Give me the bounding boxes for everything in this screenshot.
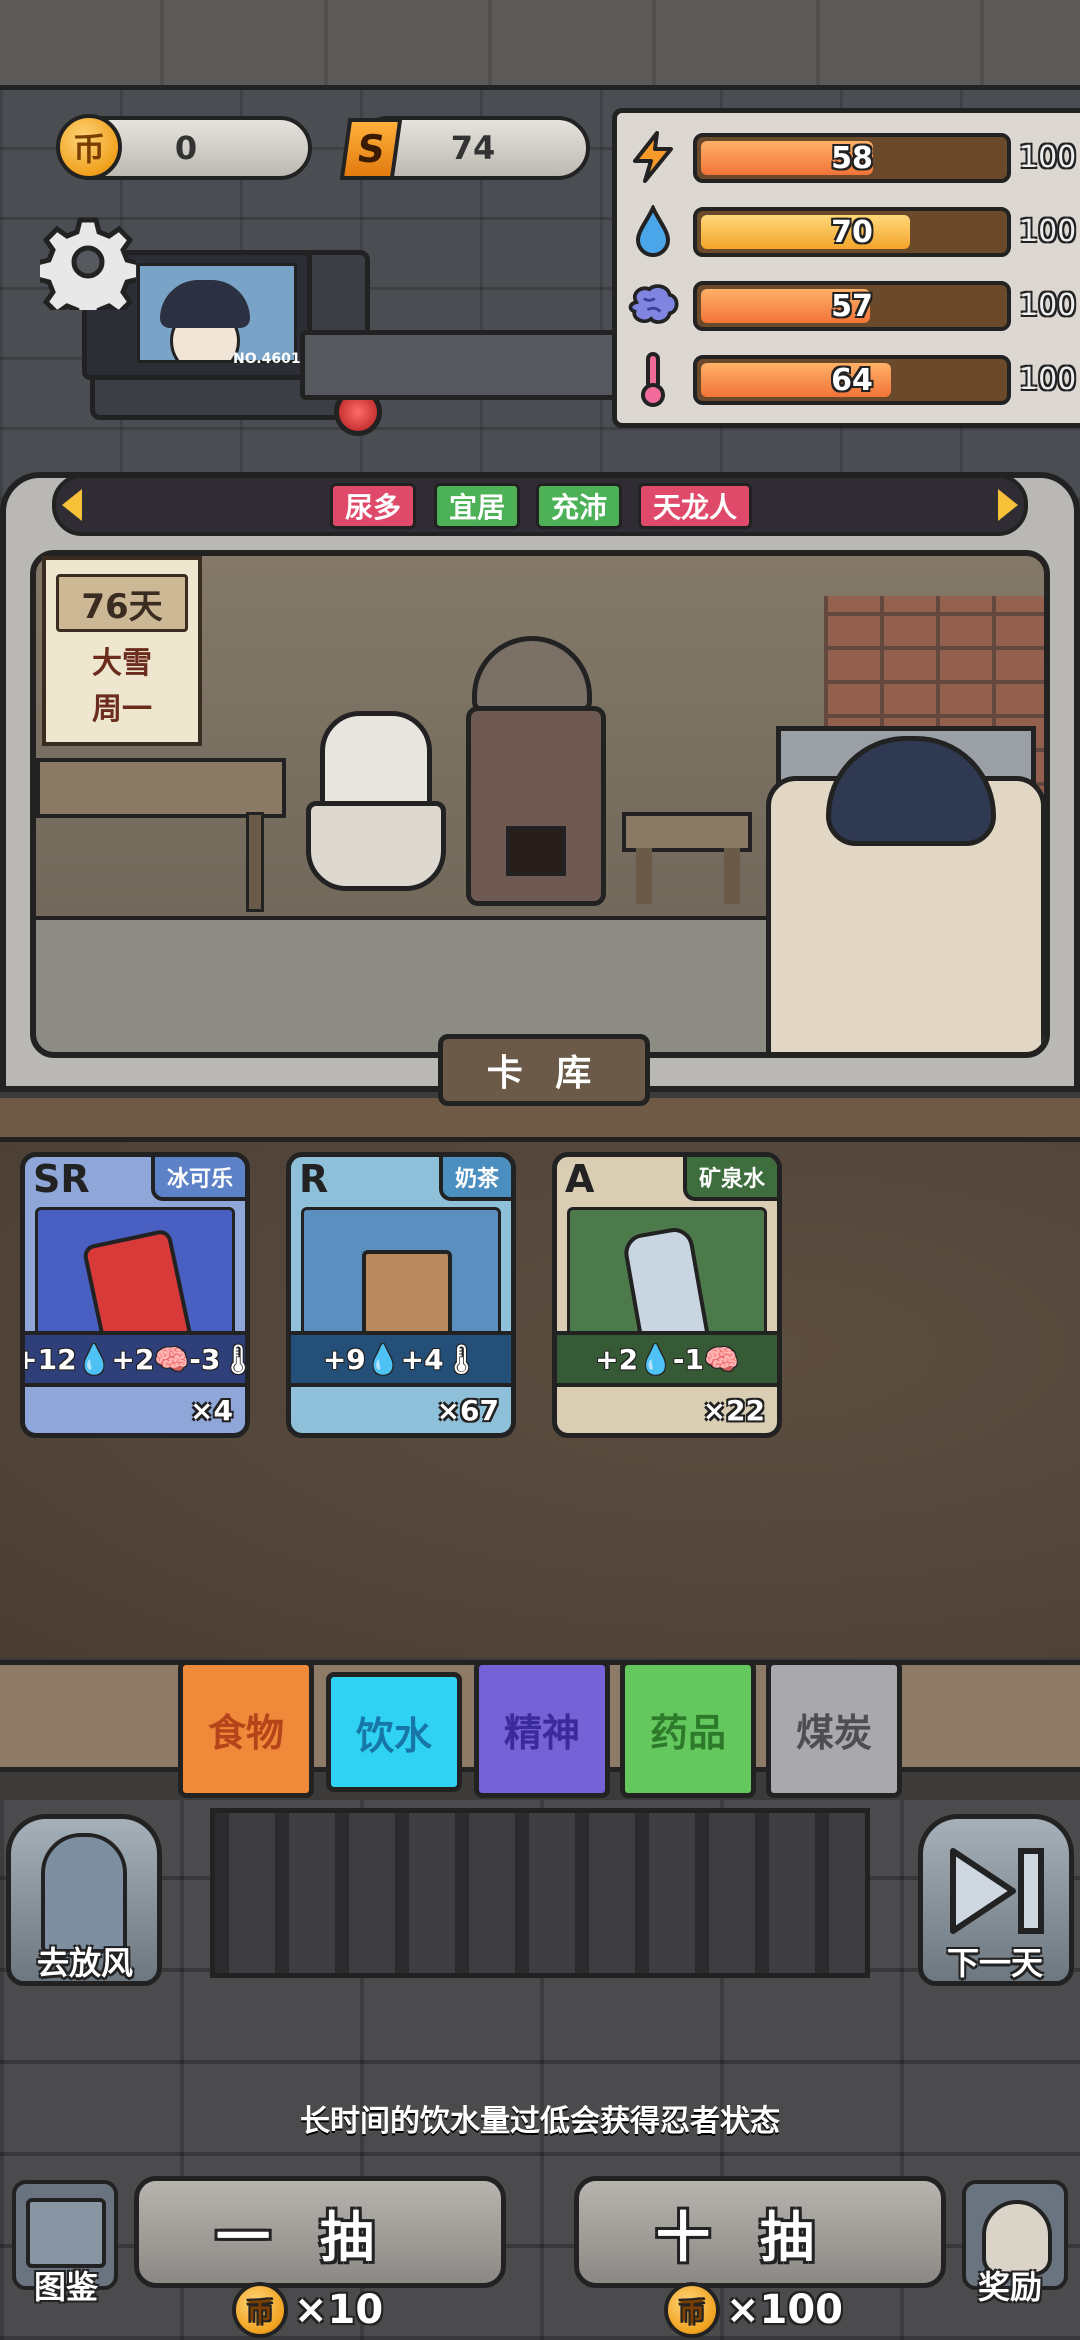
card-rank: SR bbox=[33, 1157, 90, 1201]
card-rank: R bbox=[299, 1157, 329, 1201]
card-name: 奶茶 bbox=[438, 1157, 511, 1201]
stove[interactable] bbox=[466, 706, 606, 906]
brain-icon bbox=[627, 279, 679, 331]
catalog-label: 图鉴 bbox=[33, 2268, 98, 2306]
tab-medicine[interactable]: 药品 bbox=[620, 1660, 756, 1798]
mind-max: 100 bbox=[1019, 287, 1077, 323]
trait-tag[interactable]: 充沛 bbox=[536, 483, 623, 529]
reward-label: 奖励 bbox=[977, 2268, 1042, 2306]
draw-one-cost-value: ×10 bbox=[294, 2287, 384, 2333]
toilet-bowl bbox=[306, 801, 446, 891]
lightning-icon bbox=[627, 131, 679, 183]
coin-icon: 币 bbox=[56, 114, 122, 180]
card-effects: +2💧-1🧠 bbox=[557, 1331, 777, 1387]
card-milk-tea[interactable]: R 奶茶 +9💧+4🌡 ×67 bbox=[286, 1152, 516, 1438]
draw-one-cost: 币 ×10 bbox=[232, 2280, 383, 2340]
card-count: ×22 bbox=[702, 1394, 765, 1427]
warmth-bar: 64 bbox=[693, 355, 1011, 405]
energy-value: 58 bbox=[831, 140, 873, 176]
stats-panel: 58 100 70 100 57 100 64 100 bbox=[612, 108, 1080, 428]
tab-coal[interactable]: 煤炭 bbox=[766, 1660, 902, 1798]
weekday-label: 周一 bbox=[92, 692, 152, 727]
trait-next-arrow-icon[interactable] bbox=[998, 489, 1018, 521]
trait-tag[interactable]: 天龙人 bbox=[638, 483, 753, 529]
stat-warmth: 64 100 bbox=[617, 349, 1080, 409]
card-mineral-water[interactable]: A 矿泉水 +2💧-1🧠 ×22 bbox=[552, 1152, 782, 1438]
avatar-id: NO.4601 bbox=[233, 351, 301, 367]
card-library-title: 卡 库 bbox=[438, 1034, 650, 1106]
water-max: 100 bbox=[1019, 213, 1077, 249]
hint-text: 长时间的饮水量过低会获得忍者状态 bbox=[300, 2104, 780, 2139]
card-effects: +9💧+4🌡 bbox=[291, 1331, 511, 1387]
thermometer-icon bbox=[627, 352, 679, 407]
coin-icon: 币 bbox=[232, 2282, 288, 2338]
card-name: 冰可乐 bbox=[150, 1157, 245, 1201]
floor-grate bbox=[210, 1808, 870, 1978]
stat-energy: 58 100 bbox=[617, 127, 1080, 187]
warmth-max: 100 bbox=[1019, 361, 1077, 397]
stool-legs bbox=[636, 848, 740, 904]
trait-prev-arrow-icon[interactable] bbox=[62, 489, 82, 521]
warmth-value: 64 bbox=[831, 362, 873, 398]
table[interactable] bbox=[36, 758, 286, 818]
card-rank: A bbox=[565, 1157, 595, 1201]
trait-tag[interactable]: 宜居 bbox=[434, 483, 521, 529]
mind-bar: 57 bbox=[693, 281, 1011, 331]
coin-icon: 币 bbox=[664, 2282, 720, 2338]
next-day-label: 下一天 bbox=[946, 1944, 1043, 1982]
tab-food[interactable]: 食物 bbox=[178, 1660, 314, 1798]
stool[interactable] bbox=[622, 812, 752, 852]
weather-label: 大雪 bbox=[92, 646, 152, 681]
card-effects: +12💧+2🧠-3🌡 bbox=[25, 1331, 245, 1387]
pipe-machine bbox=[300, 330, 620, 400]
door-icon bbox=[41, 1833, 127, 1953]
draw-one-button[interactable]: 一抽 bbox=[134, 2176, 506, 2288]
next-day-icon bbox=[950, 1848, 1044, 1934]
card-ice-cola[interactable]: SR 冰可乐 +12💧+2🧠-3🌡 ×4 bbox=[20, 1152, 250, 1438]
trait-tag[interactable]: 尿多 bbox=[330, 483, 417, 529]
tab-mind[interactable]: 精神 bbox=[474, 1660, 610, 1798]
energy-bar: 58 bbox=[693, 133, 1011, 183]
water-drop-icon bbox=[627, 205, 679, 257]
day-counter: 76天 bbox=[56, 574, 188, 632]
avatar bbox=[137, 263, 297, 363]
settings-gear-icon[interactable] bbox=[34, 214, 142, 325]
stat-mind: 57 100 bbox=[617, 275, 1080, 335]
mind-value: 57 bbox=[831, 288, 873, 324]
tab-water[interactable]: 饮水 bbox=[326, 1672, 462, 1792]
water-value: 70 bbox=[831, 214, 873, 250]
table-leg bbox=[246, 812, 264, 912]
stove-fire bbox=[506, 826, 566, 876]
draw-ten-button[interactable]: 十抽 bbox=[574, 2176, 946, 2288]
go-out-label: 去放风 bbox=[36, 1944, 133, 1982]
roof bbox=[0, 0, 1080, 90]
stat-water: 70 100 bbox=[617, 201, 1080, 261]
calendar: 76天 大雪 周一 bbox=[42, 556, 202, 746]
book-icon bbox=[26, 2198, 106, 2268]
special-currency-icon: S bbox=[339, 118, 403, 180]
water-bar: 70 bbox=[693, 207, 1011, 257]
draw-ten-cost: 币 ×100 bbox=[664, 2280, 843, 2340]
draw-ten-cost-value: ×100 bbox=[726, 2287, 844, 2333]
avatar-hair bbox=[160, 280, 250, 328]
card-count: ×4 bbox=[190, 1394, 233, 1427]
card-name: 矿泉水 bbox=[682, 1157, 777, 1201]
card-count: ×67 bbox=[436, 1394, 499, 1427]
energy-max: 100 bbox=[1019, 139, 1077, 175]
